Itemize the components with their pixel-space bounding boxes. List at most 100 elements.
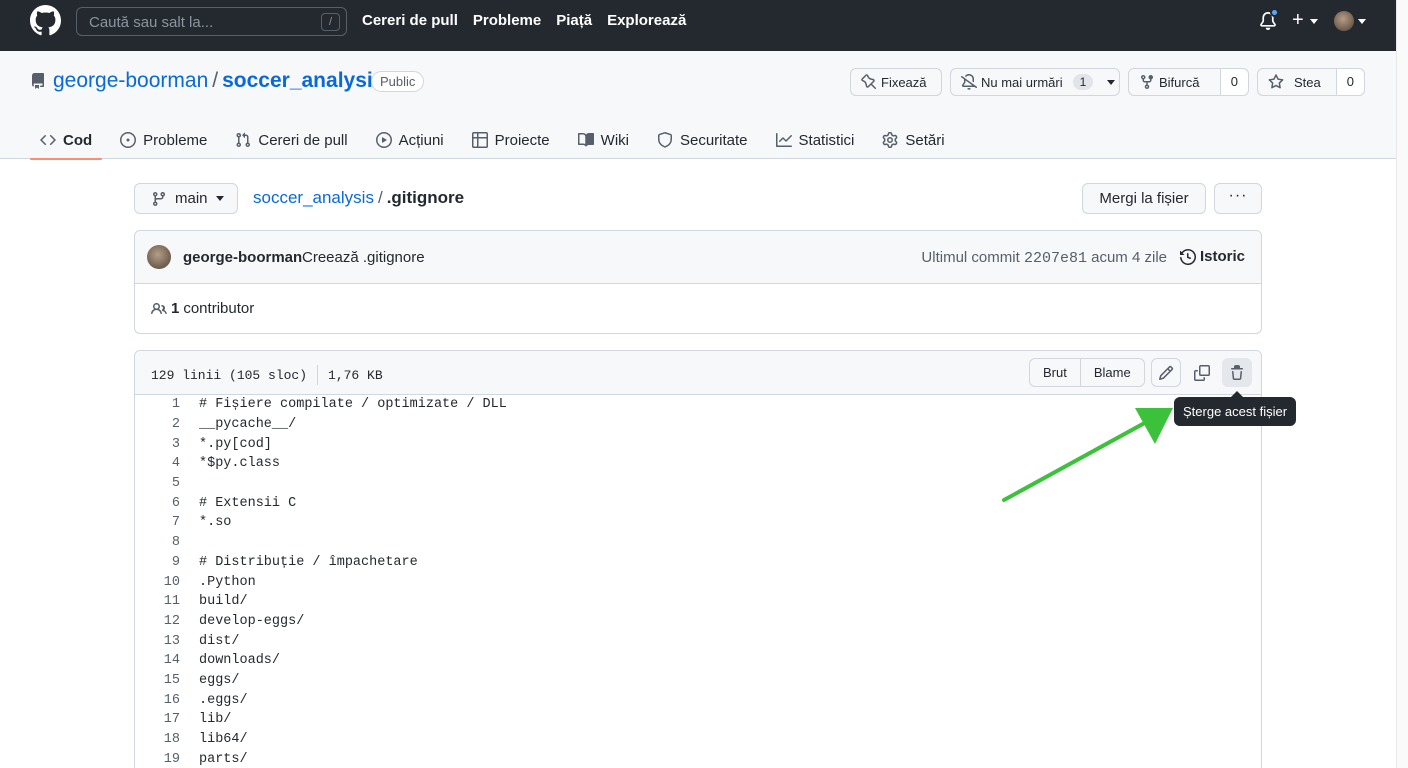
branch-icon [152, 191, 165, 206]
tab-projects[interactable]: Proiecte [462, 121, 560, 159]
repo-title: george-boorman / soccer_analysis [53, 69, 384, 93]
line-content: eggs/ [199, 672, 240, 688]
line-number[interactable]: 9 [135, 555, 180, 570]
history-button[interactable]: Istoric [1179, 248, 1245, 265]
code-line: 17 lib/ [135, 710, 1261, 730]
blame-button[interactable]: Blame [1079, 359, 1144, 386]
line-number[interactable]: 15 [135, 673, 180, 688]
search-shortcut-key: / [321, 13, 340, 31]
trash-icon [1231, 364, 1243, 380]
code-line: 7 *.so [135, 513, 1261, 533]
global-nav-issues[interactable]: Probleme [473, 12, 541, 29]
line-number[interactable]: 13 [135, 634, 180, 649]
go-to-file-button[interactable]: Mergi la fișier [1082, 183, 1206, 214]
search-input[interactable]: Caută sau salt la... / [76, 7, 347, 36]
plus-icon[interactable]: + [1292, 10, 1304, 30]
file-info: 129 linii (105 sloc) 1,76 KB [151, 365, 383, 385]
pin-label: Fixează [881, 74, 927, 90]
commit-sha-link[interactable]: 2207e81 [1024, 250, 1087, 267]
contributor-label: contributor [183, 300, 255, 317]
page-scrollbar[interactable] [1396, 0, 1408, 768]
commit-message-link[interactable]: Creează .gitignore [302, 249, 425, 266]
line-number[interactable]: 16 [135, 693, 180, 708]
line-content: lib/ [199, 712, 232, 728]
more-options-button[interactable]: ··· [1214, 183, 1262, 214]
line-number[interactable]: 19 [135, 752, 180, 767]
line-number[interactable]: 17 [135, 712, 180, 727]
tab-settings[interactable]: Setări [872, 121, 954, 159]
repo-icon [31, 73, 44, 89]
line-number[interactable]: 4 [135, 456, 180, 471]
line-number[interactable]: 8 [135, 535, 180, 550]
repo-owner-link[interactable]: george-boorman [53, 69, 208, 92]
pin-button[interactable]: Fixează [850, 68, 942, 96]
repo-title-separator: / [212, 69, 219, 92]
code-line: 8 [135, 533, 1261, 553]
commit-age: acum 4 zile [1091, 249, 1167, 266]
code-line: 14 downloads/ [135, 651, 1261, 671]
line-content: downloads/ [199, 653, 281, 669]
star-count: 0 [1335, 69, 1364, 95]
code-line: 11 build/ [135, 592, 1261, 612]
watch-count: 1 [1072, 74, 1094, 90]
chevron-down-icon [1107, 79, 1116, 85]
raw-button[interactable]: Brut [1030, 359, 1080, 386]
breadcrumb: soccer_analysis / .gitignore [253, 188, 464, 208]
author-avatar[interactable] [147, 245, 171, 269]
edit-file-button[interactable] [1151, 358, 1181, 387]
tab-pull-requests-label: Cereri de pull [258, 131, 348, 149]
tab-pull-requests[interactable]: Cereri de pull [225, 121, 357, 159]
delete-file-button[interactable] [1222, 358, 1252, 387]
line-number[interactable]: 5 [135, 476, 180, 491]
tab-insights-label: Statistici [798, 131, 855, 149]
repo-name-link[interactable]: soccer_analysis [222, 69, 384, 92]
star-button[interactable]: Stea 0 [1257, 68, 1365, 96]
chevron-down-icon[interactable] [1358, 19, 1366, 24]
line-content: lib64/ [199, 732, 248, 748]
tab-issues[interactable]: Probleme [110, 121, 217, 159]
line-number[interactable]: 18 [135, 732, 180, 747]
line-number[interactable]: 11 [135, 594, 180, 609]
code-line: 13 dist/ [135, 631, 1261, 651]
global-nav-pull-requests[interactable]: Cereri de pull [362, 12, 458, 29]
commit-author-link[interactable]: george-boorman [183, 249, 302, 266]
tab-insights[interactable]: Statistici [766, 121, 865, 159]
chevron-down-icon[interactable] [1310, 19, 1318, 24]
tab-actions[interactable]: Acțiuni [366, 121, 454, 159]
line-content: develop-eggs/ [199, 613, 305, 629]
global-nav-explore[interactable]: Explorează [607, 12, 686, 29]
line-number[interactable]: 14 [135, 653, 180, 668]
line-number[interactable]: 2 [135, 417, 180, 432]
line-number[interactable]: 1 [135, 397, 180, 412]
line-number[interactable]: 6 [135, 496, 180, 511]
code-line: 16 .eggs/ [135, 690, 1261, 710]
global-nav-marketplace[interactable]: Piață [556, 12, 592, 29]
tab-code[interactable]: Cod [30, 121, 103, 160]
line-content: *$py.class [199, 456, 281, 472]
line-content: # Fișiere compilate / optimizate / DLL [199, 397, 507, 413]
fork-button[interactable]: Bifurcă 0 [1128, 68, 1249, 96]
pencil-icon [1158, 365, 1174, 380]
line-number[interactable]: 3 [135, 437, 180, 452]
file-size: 1,76 KB [328, 367, 383, 383]
user-avatar[interactable] [1334, 11, 1354, 31]
breadcrumb-repo-link[interactable]: soccer_analysis [253, 188, 374, 207]
chevron-down-icon [215, 196, 224, 201]
copy-file-button[interactable] [1187, 358, 1217, 387]
branch-select-button[interactable]: main [134, 183, 238, 214]
line-number[interactable]: 7 [135, 515, 180, 530]
tab-projects-label: Proiecte [494, 131, 550, 149]
breadcrumb-separator: / [377, 188, 383, 207]
code-line: 18 lib64/ [135, 730, 1261, 750]
contributors-row[interactable]: 1 contributor [151, 300, 254, 317]
line-number[interactable]: 12 [135, 614, 180, 629]
unwatch-button[interactable]: Nu mai urmări 1 [950, 68, 1120, 96]
tab-security[interactable]: Securitate [647, 121, 758, 159]
line-number[interactable]: 10 [135, 575, 180, 590]
tab-wiki-label: Wiki [600, 131, 629, 149]
fork-icon [1141, 75, 1153, 90]
graph-icon [775, 133, 792, 147]
tab-wiki[interactable]: Wiki [568, 121, 639, 159]
tab-security-label: Securitate [679, 131, 748, 149]
github-logo-icon[interactable] [30, 5, 61, 36]
